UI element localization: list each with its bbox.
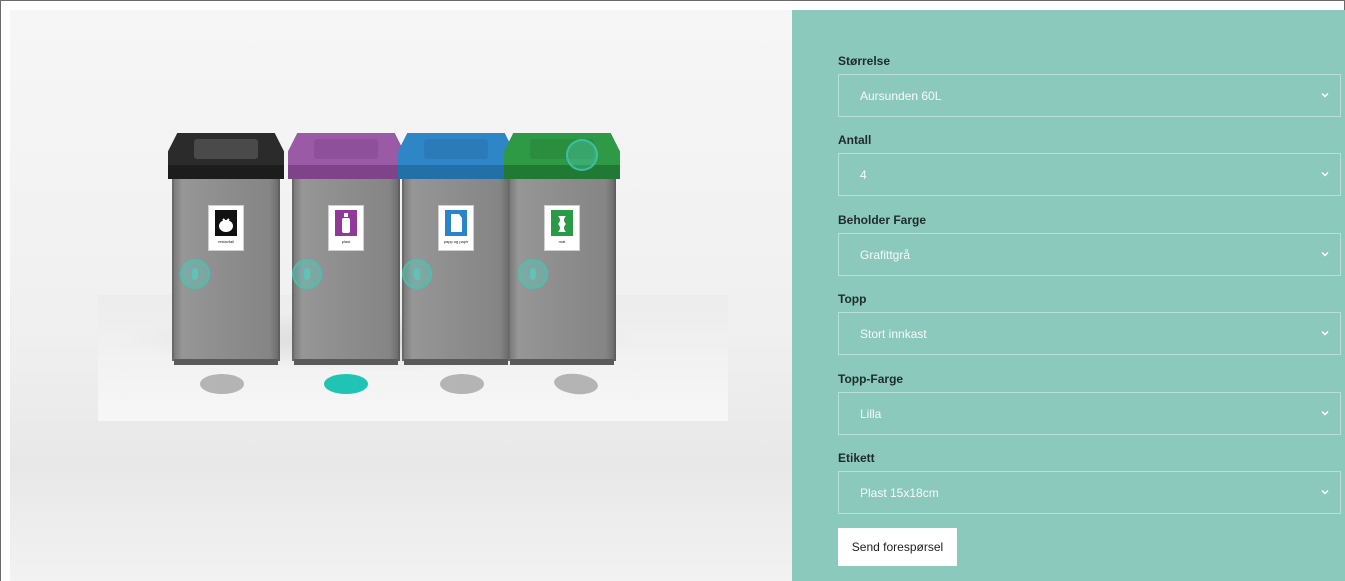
quantity-select[interactable]: 4 [838,153,1341,196]
3d-viewer[interactable]: restavfall plast papp og papir mat [10,10,792,581]
bin-lid-front [288,165,404,179]
label-type-label: Etikett [838,451,875,465]
chevron-down-icon [1321,331,1329,336]
bin-mat[interactable]: mat [504,133,620,365]
body-color-hotspot[interactable] [402,259,432,289]
quantity-value: 4 [860,167,867,182]
size-label: Størrelse [838,54,891,68]
label-type-value: Plast 15x18cm [860,485,939,500]
bin-papp-og-papir[interactable]: papp og papir [398,133,514,365]
bin-restavfall[interactable]: restavfall [168,133,284,365]
body-color-hotspot[interactable] [180,259,210,289]
top-select[interactable]: Stort innkast [838,312,1341,355]
body-color-hotspot[interactable] [292,259,322,289]
bin-lid-front [168,165,284,179]
waste-label: plast [328,205,364,251]
apple-core-icon [551,210,573,236]
label-text: plast [341,239,351,244]
trash-bag-icon [215,210,237,236]
chevron-down-icon [1321,93,1329,98]
quantity-label: Antall [838,133,872,147]
bin-foot [510,359,614,365]
label-type-select[interactable]: Plast 15x18cm [838,471,1341,514]
top-label: Topp [838,292,867,306]
container-color-label: Beholder Farge [838,213,927,227]
bottle-icon [335,210,357,236]
top-value: Stort innkast [860,326,927,341]
waste-label: papp og papir [438,205,474,251]
chevron-down-icon [1321,490,1329,495]
bin-foot [174,359,278,365]
chevron-down-icon [1321,252,1329,257]
container-color-select[interactable]: Grafittgrå [838,233,1341,276]
bin-selector-2[interactable] [324,374,368,394]
container-color-value: Grafittgrå [860,247,911,262]
body-color-hotspot[interactable] [518,259,548,289]
chevron-down-icon [1321,172,1329,177]
top-color-value: Lilla [860,406,882,421]
bin-selector-1[interactable] [200,374,244,394]
lid-opening [194,139,258,159]
waste-label: restavfall [208,205,244,251]
bin-lid-front [398,165,514,179]
paper-icon [445,210,467,236]
lid-opening [314,139,378,159]
bin-plast[interactable]: plast [288,133,404,365]
label-text: papp og papir [443,239,469,244]
config-panel: Størrelse Aursunden 60L Antall 4 Beholde… [792,10,1345,581]
lid-opening [424,139,488,159]
label-text: restavfall [217,239,234,244]
top-color-label: Topp-Farge [838,372,904,386]
top-color-select[interactable]: Lilla [838,392,1341,435]
size-value: Aursunden 60L [860,88,942,103]
label-text: mat [558,239,566,244]
bin-foot [404,359,508,365]
bin-selector-3[interactable] [440,374,484,394]
chevron-down-icon [1321,411,1329,416]
send-request-button[interactable]: Send forespørsel [838,528,957,566]
bin-lid-front [504,165,620,179]
size-select[interactable]: Aursunden 60L [838,74,1341,117]
waste-label: mat [544,205,580,251]
top-hotspot[interactable] [566,139,598,171]
bin-foot [294,359,398,365]
